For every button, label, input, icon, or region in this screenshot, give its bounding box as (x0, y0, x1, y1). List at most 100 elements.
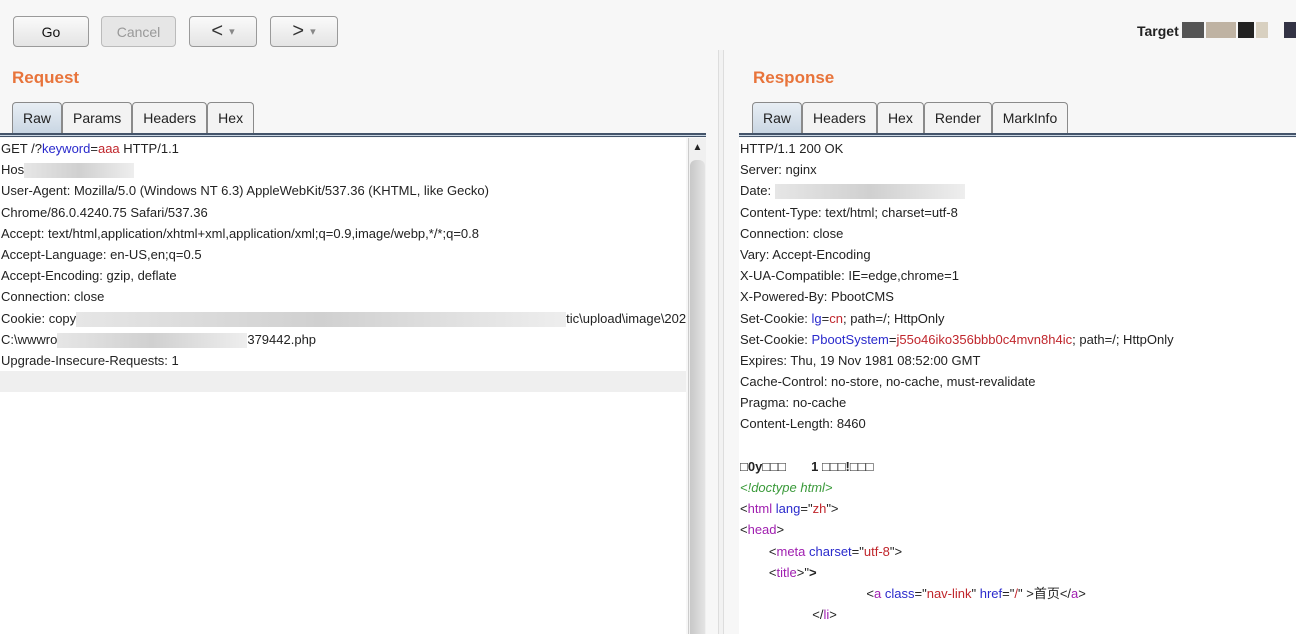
request-title: Request (12, 68, 80, 87)
request-line: Chrome/86.0.4240.75 Safari/537.36 (0, 202, 686, 223)
target-label[interactable]: Target (1137, 23, 1179, 39)
cancel-button[interactable]: Cancel (101, 16, 176, 47)
response-line: </li> (739, 604, 1296, 625)
request-tabs: Raw Params Headers Hex (12, 102, 255, 133)
text-segment: zh (812, 501, 827, 517)
text-segment: =" (914, 585, 927, 601)
text-segment: X-UA-Compatible: IE=edge,chrome=1 (740, 268, 959, 284)
text-segment: Server: nginx (740, 162, 817, 178)
response-line: <!doctype html> (739, 477, 1296, 498)
text-segment: Accept: text/html,application/xhtml+xml,… (1, 225, 479, 241)
text-segment: "> (889, 543, 903, 559)
text-segment: < (740, 522, 748, 538)
text-segment: User-Agent: Mozilla/5.0 (Windows NT 6.3)… (1, 183, 489, 199)
response-tabs: Raw Headers Hex Render MarkInfo (752, 102, 1069, 133)
text-segment: > (776, 522, 785, 538)
text-segment: Pragma: no-cache (740, 395, 847, 411)
text-segment: Set-Cookie: (740, 310, 812, 326)
response-tab-markinfo[interactable]: MarkInfo (991, 102, 1069, 133)
response-tab-raw[interactable]: Raw (752, 102, 803, 133)
request-tab-raw[interactable]: Raw (12, 102, 63, 133)
response-line: Content-Type: text/html; charset=utf-8 (739, 202, 1296, 223)
response-tab-render[interactable]: Render (923, 102, 992, 133)
redacted-target (1284, 22, 1296, 38)
text-segment: Date: (740, 183, 775, 199)
text-segment: Set-Cookie: (740, 331, 812, 347)
response-line: Cache-Control: no-store, no-cache, must-… (739, 371, 1296, 392)
response-line: <title>"> (739, 562, 1296, 583)
text-segment: </ (740, 607, 824, 623)
response-tab-headers[interactable]: Headers (802, 102, 877, 133)
scrollbar-thumb[interactable] (690, 160, 705, 634)
response-line: <head> (739, 519, 1296, 540)
go-button[interactable]: Go (13, 16, 89, 47)
text-segment: Expires: Thu, 19 Nov 1981 08:52:00 GMT (740, 352, 981, 368)
text-segment: Accept-Language: en-US,en;q=0.5 (1, 246, 202, 262)
text-segment: > (808, 564, 817, 580)
text-segment: Upgrade-Insecure-Requests: 1 (1, 352, 179, 368)
response-line: Pragma: no-cache (739, 392, 1296, 413)
text-segment: 379442.php (247, 331, 317, 347)
request-tab-underline (0, 133, 706, 137)
text-segment: Vary: Accept-Encoding (740, 246, 871, 262)
text-segment: =" (851, 543, 864, 559)
text-segment: " (971, 585, 980, 601)
text-segment: utf-8 (863, 543, 890, 559)
text-segment: meta (776, 543, 806, 559)
request-line: Cookie: copy tic\upload\image\20210128\16… (0, 308, 686, 329)
text-segment: = (90, 141, 98, 156)
redacted-target (1256, 22, 1268, 38)
response-line: <html lang="zh"> (739, 498, 1296, 519)
text-segment: =" (800, 501, 813, 517)
text-segment: ; path=/; HttpOnly (843, 310, 945, 326)
scroll-up-icon[interactable]: ▲ (689, 142, 706, 153)
request-tab-hex[interactable]: Hex (207, 102, 255, 133)
text-segment: nav-link (926, 585, 972, 601)
request-line: C:\wwwro 379442.php (0, 329, 686, 350)
response-line: Vary: Accept-Encoding (739, 244, 1296, 265)
redacted-target (1182, 22, 1204, 38)
text-segment: Connection: close (1, 289, 105, 305)
text-segment: < (740, 501, 748, 517)
text-segment: <!doctype html> (740, 480, 833, 495)
text-segment: Hos (1, 162, 25, 178)
redacted-target (1238, 22, 1254, 38)
text-segment: □0y□□□ 1 □□□!□□□ (740, 458, 874, 474)
response-tab-underline (739, 133, 1296, 137)
response-editor[interactable]: HTTP/1.1 200 OK Server: nginx Date: Conten… (739, 138, 1296, 634)
forward-button[interactable]: > ▾ (270, 16, 338, 47)
response-line: Expires: Thu, 19 Nov 1981 08:52:00 GMT (739, 350, 1296, 371)
text-segment: title (776, 564, 797, 580)
text-segment: > (1078, 585, 1086, 601)
response-line: Connection: close (739, 223, 1296, 244)
response-line: Set-Cookie: PbootSystem=j55o46iko356bbb0… (739, 329, 1296, 350)
text-segment: cn (829, 310, 843, 326)
chevron-left-icon: < (211, 20, 224, 42)
text-segment: j55o46iko356bbb0c4mvn8h4ic (896, 331, 1073, 347)
go-label: Go (41, 23, 61, 40)
split-divider[interactable] (718, 50, 724, 634)
text-segment: tic\upload\image\20210128\16118005379442… (566, 310, 686, 326)
text-segment: href (979, 585, 1003, 601)
text-segment: GET /? (1, 141, 42, 156)
request-line: Accept: text/html,application/xhtml+xml,… (0, 223, 686, 244)
text-segment: Content-Length: 8460 (740, 416, 866, 432)
history-dropdown-icon[interactable]: ▾ (310, 25, 316, 38)
text-segment: Chrome/86.0.4240.75 Safari/537.36 (1, 204, 208, 220)
request-line (0, 371, 686, 393)
request-line: Hos (0, 159, 686, 180)
text-segment: < (740, 564, 777, 580)
redacted-region (774, 184, 965, 200)
text-segment: "> (826, 501, 839, 517)
request-line: Accept-Encoding: gzip, deflate (0, 265, 686, 286)
request-tab-params[interactable]: Params (62, 102, 133, 133)
request-editor[interactable]: GET /?keyword=aaa HTTP/1.1 Hos User-Agent:… (0, 138, 686, 634)
back-button[interactable]: < ▾ (189, 16, 257, 47)
request-tab-headers[interactable]: Headers (132, 102, 208, 133)
text-segment: html (747, 501, 773, 517)
request-scrollbar[interactable]: ▲ (688, 138, 706, 634)
text-segment: < (740, 543, 777, 559)
text-segment: class (884, 585, 915, 601)
response-tab-hex[interactable]: Hex (876, 102, 924, 133)
history-dropdown-icon[interactable]: ▾ (229, 25, 235, 38)
